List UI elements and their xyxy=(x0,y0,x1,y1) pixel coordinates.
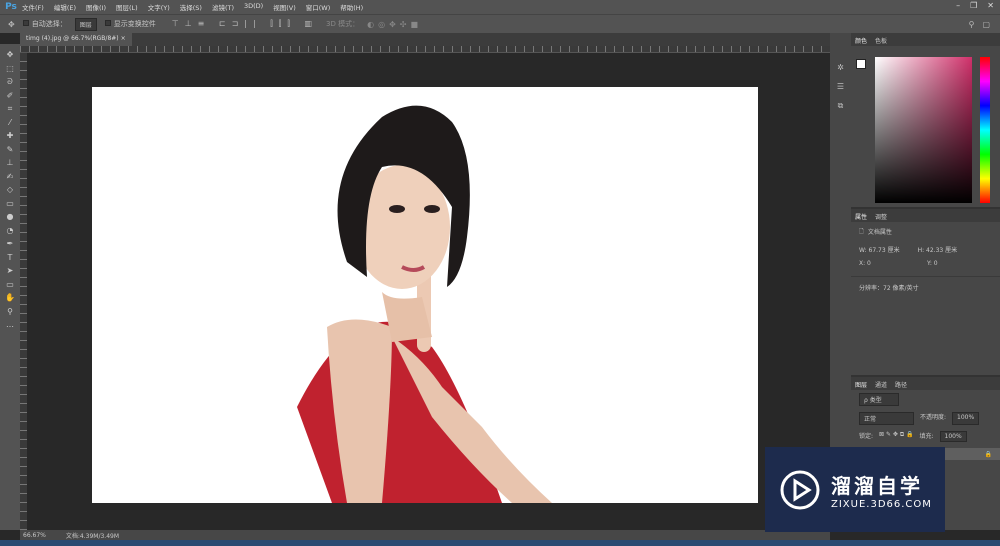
properties-title: 文档属性 xyxy=(867,229,892,236)
tab-color[interactable]: 颜色 xyxy=(855,36,867,45)
quick-select-tool-icon[interactable]: ✐ xyxy=(7,89,14,103)
hue-slider[interactable] xyxy=(980,57,990,203)
document-icon: 🗋 xyxy=(859,228,864,235)
horizontal-ruler xyxy=(20,46,830,53)
restore-button[interactable]: ❐ xyxy=(970,1,977,10)
options-bar: ✥ 自动选择： 图层 显示变换控件 ⊤⊥≡ ⊏⊐|| ⫿⫿⫿ ▥ 3D 模式： … xyxy=(0,14,1000,33)
fill-label: 填充: xyxy=(919,433,934,440)
menu-item-9[interactable]: 窗口(W) xyxy=(306,2,331,12)
eyedropper-tool-icon[interactable]: ⁄ xyxy=(9,116,10,130)
menu-item-2[interactable]: 图像(I) xyxy=(86,2,106,12)
photoshop-logo: Ps xyxy=(5,2,17,12)
marquee-tool-icon[interactable]: ⬚ xyxy=(6,62,14,76)
search-icon[interactable]: ⚲ xyxy=(969,20,975,29)
menu-item-8[interactable]: 视图(V) xyxy=(273,2,296,12)
path-select-tool-icon[interactable]: ➤ xyxy=(7,264,14,278)
close-button[interactable]: ✕ xyxy=(987,1,994,10)
lock-label: 锁定: xyxy=(859,433,874,440)
taskbar xyxy=(0,540,1000,546)
show-transform-checkbox[interactable]: 显示变换控件 xyxy=(104,19,156,29)
tools-panel: ✥ ⬚ ᘐ ✐ ⌗ ⁄ ✚ ✎ ⊥ ✍ ◇ ▭ ● ◔ ✒ T ➤ ▭ ✋ ⚲… xyxy=(0,44,20,530)
photo-woman xyxy=(297,105,552,503)
auto-select-checkbox[interactable]: 自动选择： xyxy=(22,19,67,29)
zoom-level[interactable]: 66.67% xyxy=(23,532,46,539)
blend-mode-dropdown[interactable]: 正常 xyxy=(859,412,914,425)
align-icons[interactable]: ⊤⊥≡ ⊏⊐|| ⫿⫿⫿ ▥ xyxy=(172,19,318,29)
menu-item-3[interactable]: 图层(L) xyxy=(116,2,138,12)
lock-icon: 🔒 xyxy=(984,450,992,458)
menu-item-10[interactable]: 帮助(H) xyxy=(340,2,363,12)
resolution-value: 分辨率：72 像素/英寸 xyxy=(859,285,919,292)
lock-icons[interactable]: ⊠ ✎ ✥ ⧉ 🔒 xyxy=(879,431,913,442)
menu-item-1[interactable]: 编辑(E) xyxy=(54,2,76,12)
auto-select-label: 自动选择： xyxy=(31,20,67,28)
document-tab-title: timg (4).jpg @ 66.7%(RGB/8#) xyxy=(26,35,119,42)
layer-filter-dropdown[interactable]: ρ 类型 xyxy=(859,393,899,406)
history-icon[interactable]: ✲ xyxy=(837,63,844,72)
dodge-tool-icon[interactable]: ◔ xyxy=(7,224,14,238)
watermark-title: 溜溜自学 xyxy=(831,473,923,498)
opacity-input[interactable]: 100% xyxy=(952,412,980,425)
stamp-tool-icon[interactable]: ⊥ xyxy=(7,156,14,170)
color-panel: 颜色 色板 xyxy=(851,33,1000,205)
width-value: W: 67.73 厘米 xyxy=(859,247,900,254)
foreground-swatch[interactable] xyxy=(856,59,866,69)
x-value: X: 0 xyxy=(859,260,871,267)
shape-tool-icon[interactable]: ▭ xyxy=(6,278,14,292)
blur-tool-icon[interactable]: ● xyxy=(7,210,14,224)
eraser-tool-icon[interactable]: ◇ xyxy=(7,183,13,197)
adjust-icon[interactable]: ☰ xyxy=(837,82,844,91)
y-value: Y: 0 xyxy=(927,260,938,267)
history-brush-tool-icon[interactable]: ✍ xyxy=(7,170,14,184)
menu-item-5[interactable]: 选择(S) xyxy=(180,2,202,12)
healing-tool-icon[interactable]: ✚ xyxy=(7,129,14,143)
tab-properties[interactable]: 属性 xyxy=(855,212,867,221)
menu-bar: Ps 文件(F) 编辑(E) 图像(I) 图层(L) 文字(Y) 选择(S) 滤镜(T) 3D… xyxy=(0,0,1000,14)
document-size[interactable]: 文档:4.39M/3.49M xyxy=(66,531,119,540)
close-tab-icon[interactable]: × xyxy=(121,35,126,42)
character-icon[interactable]: ⧉ xyxy=(838,101,844,111)
document-tabs: timg (4).jpg @ 66.7%(RGB/8#) × xyxy=(20,33,830,46)
color-picker-field[interactable] xyxy=(875,57,972,203)
move-tool-icon[interactable]: ✥ xyxy=(7,48,14,62)
fill-input[interactable]: 100% xyxy=(939,431,967,442)
menu-item-6[interactable]: 滤镜(T) xyxy=(212,2,234,12)
document-tab[interactable]: timg (4).jpg @ 66.7%(RGB/8#) × xyxy=(20,33,132,46)
watermark-url: ZIXUE.3D66.COM xyxy=(831,498,932,510)
brush-tool-icon[interactable]: ✎ xyxy=(7,143,14,157)
3d-tools-icons[interactable]: ◐◎✥✣■ xyxy=(367,20,422,29)
play-logo-icon xyxy=(780,470,820,509)
window-controls: – ❐ ✕ xyxy=(956,1,994,10)
image-canvas[interactable] xyxy=(92,87,758,503)
menu-item-4[interactable]: 文字(Y) xyxy=(148,2,170,12)
tab-adjustments[interactable]: 调整 xyxy=(875,212,887,221)
hand-tool-icon[interactable]: ✋ xyxy=(5,291,15,305)
watermark: 溜溜自学 ZIXUE.3D66.COM xyxy=(765,447,945,532)
tab-layers[interactable]: 图层 xyxy=(855,380,867,389)
type-tool-icon[interactable]: T xyxy=(8,251,13,265)
status-bar: 66.67% 文档:4.39M/3.49M xyxy=(20,530,830,540)
workspace-icon[interactable]: ▢ xyxy=(982,20,990,29)
auto-select-dropdown[interactable]: 图层 xyxy=(74,17,97,31)
properties-panel: 属性 调整 🗋 文档属性 W: 67.73 厘米 H: 42.33 厘米 X: 0 Y:… xyxy=(851,207,1000,372)
height-value: H: 42.33 厘米 xyxy=(917,247,958,254)
tab-swatches[interactable]: 色板 xyxy=(875,36,887,45)
menu-item-0[interactable]: 文件(F) xyxy=(22,2,44,12)
pen-tool-icon[interactable]: ✒ xyxy=(7,237,14,251)
zoom-tool-icon[interactable]: ⚲ xyxy=(7,305,13,319)
vertical-ruler xyxy=(20,53,27,530)
menu-item-7[interactable]: 3D(D) xyxy=(244,2,263,12)
3d-mode-label: 3D 模式： xyxy=(326,20,360,28)
lasso-tool-icon[interactable]: ᘐ xyxy=(7,75,13,89)
minimize-button[interactable]: – xyxy=(956,1,960,10)
more-tool-icon[interactable]: … xyxy=(6,318,14,332)
tab-paths[interactable]: 路径 xyxy=(895,380,907,389)
opacity-label: 不透明度: xyxy=(920,414,947,421)
gradient-tool-icon[interactable]: ▭ xyxy=(6,197,14,211)
move-tool-icon[interactable]: ✥ xyxy=(8,20,15,29)
show-transform-label: 显示变换控件 xyxy=(113,20,156,28)
crop-tool-icon[interactable]: ⌗ xyxy=(8,102,13,116)
tab-channels[interactable]: 通道 xyxy=(875,380,887,389)
